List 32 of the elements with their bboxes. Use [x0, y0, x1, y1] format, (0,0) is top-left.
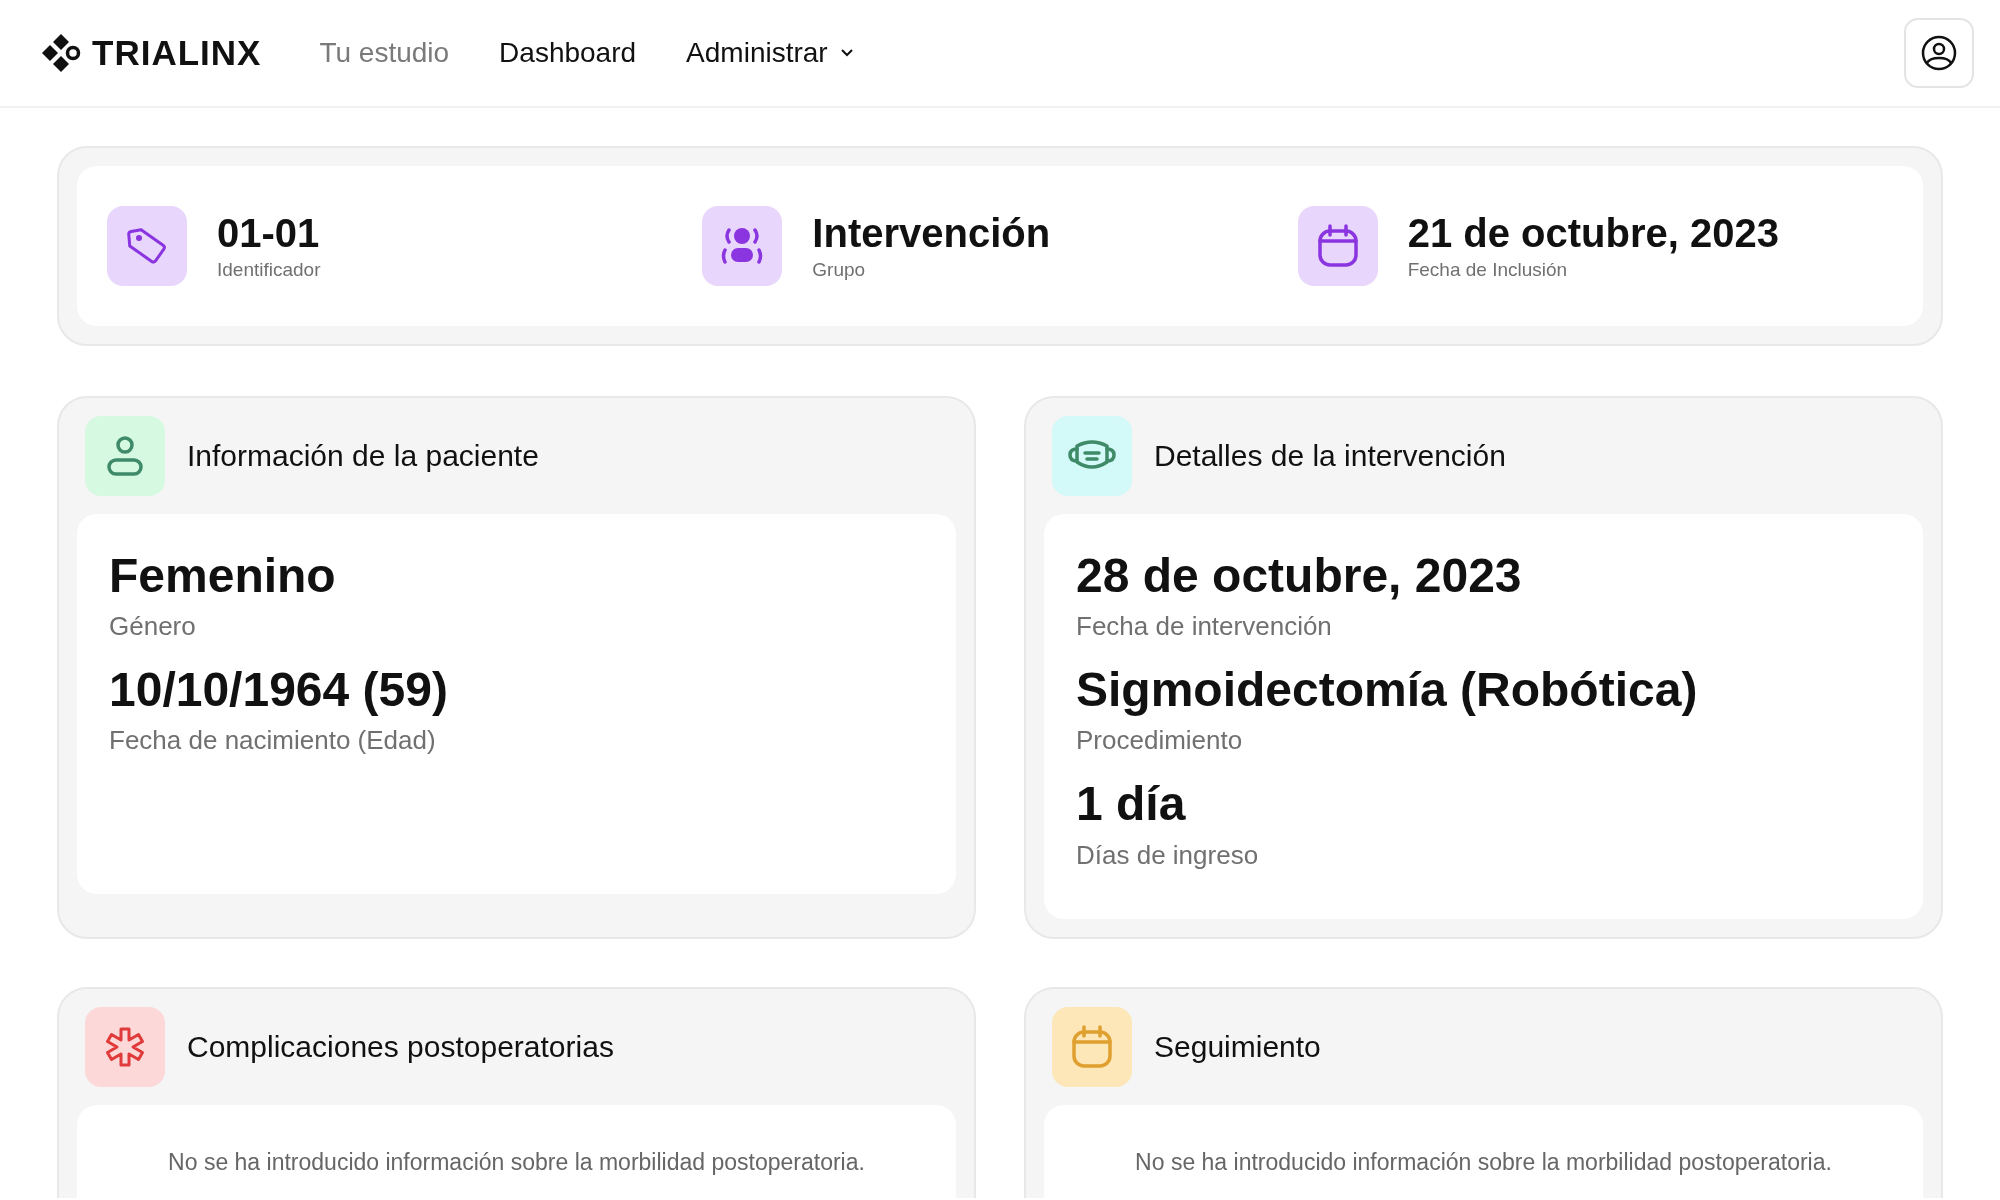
field-label: Procedimiento	[1076, 725, 1244, 757]
field-label: Días de ingreso	[1076, 839, 1260, 871]
user-icon	[1920, 34, 1958, 72]
nav-link[interactable]: Administrar	[686, 37, 854, 69]
summary-value: 21 de octubre, 2023	[1407, 211, 1779, 255]
section-title: Seguimiento	[1154, 1029, 1321, 1064]
summary-value: Intervención	[812, 211, 1051, 255]
field-label: Fecha de intervención	[1076, 611, 1333, 643]
summary-label: Grupo	[812, 259, 867, 281]
nav-link[interactable]: Dashboard	[499, 37, 637, 69]
field-value: Femenino	[109, 548, 337, 604]
calendar-icon	[1315, 223, 1360, 269]
summary-label: Identificador	[217, 259, 321, 281]
brand-name: TRIALINX	[92, 33, 262, 73]
field-value: Sigmoidectomía (Robótica)	[1076, 662, 1699, 718]
section-title: Detalles de la intervención	[1154, 439, 1506, 473]
field-value: 1 día	[1076, 776, 1187, 832]
field-value: 10/10/1964 (59)	[109, 662, 449, 718]
section-title: Información de la paciente	[187, 439, 539, 473]
person-icon	[105, 434, 145, 478]
empty-message: No se ha introducido información sobre la morbilidad postoperatoria.	[1134, 1147, 1833, 1177]
summary-label: Fecha de Inclusión	[1407, 259, 1569, 281]
field-value: 28 de octubre, 2023	[1076, 548, 1523, 604]
field-label: Género	[109, 611, 197, 643]
section-title: Complicaciones postoperatorias	[187, 1029, 614, 1064]
summary-value: 01-01	[217, 211, 321, 255]
empty-message: No se ha introducido información sobre la morbilidad postoperatoria.	[167, 1147, 866, 1177]
nav-link[interactable]: Tu estudio	[319, 37, 450, 69]
account-button[interactable]	[1904, 18, 1974, 88]
logo-icon	[40, 32, 82, 74]
field-label: Fecha de nacimiento (Edad)	[109, 725, 437, 757]
calendar-icon	[1070, 1023, 1114, 1070]
